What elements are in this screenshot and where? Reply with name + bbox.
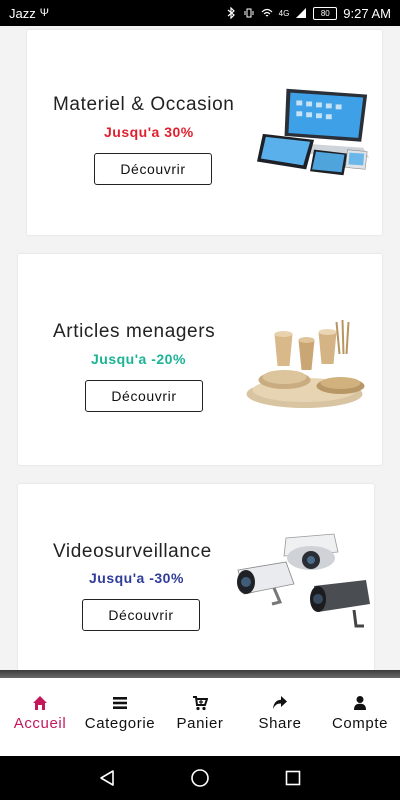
- list-icon: [113, 697, 127, 709]
- nav-label: Compte: [331, 715, 389, 732]
- vibrate-icon: [244, 8, 254, 18]
- bottom-nav: Accueil Categorie Panier Share Compte: [0, 678, 400, 756]
- promo-card-articles-menagers[interactable]: Articles menagers Jusqu'a -20% Découvrir: [18, 254, 382, 465]
- status-bar: Jazz Ψ 4G 80 9:27 AM: [0, 0, 400, 26]
- signal-icon: [296, 8, 307, 18]
- card-promo: Jusqu'a -30%: [89, 570, 184, 586]
- promo-card-materiel[interactable]: Materiel & Occasion Jusqu'a 30% Découvri…: [27, 30, 382, 235]
- bluetooth-icon: [227, 7, 235, 19]
- wifi-icon: [261, 8, 273, 17]
- usb-icon: Ψ: [39, 7, 49, 19]
- nav-label: Accueil: [13, 715, 67, 732]
- share-icon: [273, 696, 287, 709]
- nav-item-categorie[interactable]: Categorie: [80, 678, 160, 756]
- promo-card-videosurveillance[interactable]: Videosurveillance Jusqu'a -30% Découvrir: [18, 484, 374, 674]
- nav-item-panier[interactable]: Panier: [160, 678, 240, 756]
- clock: 9:27 AM: [343, 5, 391, 21]
- card-title: Videosurveillance: [53, 541, 212, 562]
- battery-icon: 80: [313, 6, 338, 20]
- nav-label: Share: [258, 715, 302, 732]
- bottom-nav-shadow: [0, 670, 400, 678]
- network-type: 4G: [278, 8, 290, 18]
- card-promo: Jusqu'a 30%: [104, 124, 194, 140]
- nav-item-accueil[interactable]: Accueil: [0, 678, 80, 756]
- cart-icon: [193, 696, 208, 711]
- carrier-name: Jazz: [9, 5, 36, 21]
- card-title: Materiel & Occasion: [53, 94, 235, 115]
- card-promo: Jusqu'a -20%: [91, 351, 186, 367]
- home-circle-icon[interactable]: [188, 766, 212, 790]
- system-nav-bar: [0, 756, 400, 800]
- card-title: Articles menagers: [53, 321, 216, 342]
- discover-button[interactable]: Découvrir: [82, 599, 200, 631]
- home-icon: [33, 696, 47, 710]
- recents-icon[interactable]: [281, 766, 305, 790]
- back-icon[interactable]: [95, 766, 119, 790]
- laptop-tablet-phones-image: [257, 88, 370, 176]
- nav-label: Panier: [176, 715, 224, 732]
- discover-button[interactable]: Découvrir: [85, 380, 203, 412]
- tableware-image: [246, 319, 365, 408]
- security-cameras-image: [237, 533, 370, 628]
- discover-button[interactable]: Découvrir: [94, 153, 212, 185]
- user-icon: [354, 696, 366, 710]
- nav-item-share[interactable]: Share: [240, 678, 320, 756]
- nav-label: Categorie: [84, 715, 156, 732]
- nav-item-compte[interactable]: Compte: [320, 678, 400, 756]
